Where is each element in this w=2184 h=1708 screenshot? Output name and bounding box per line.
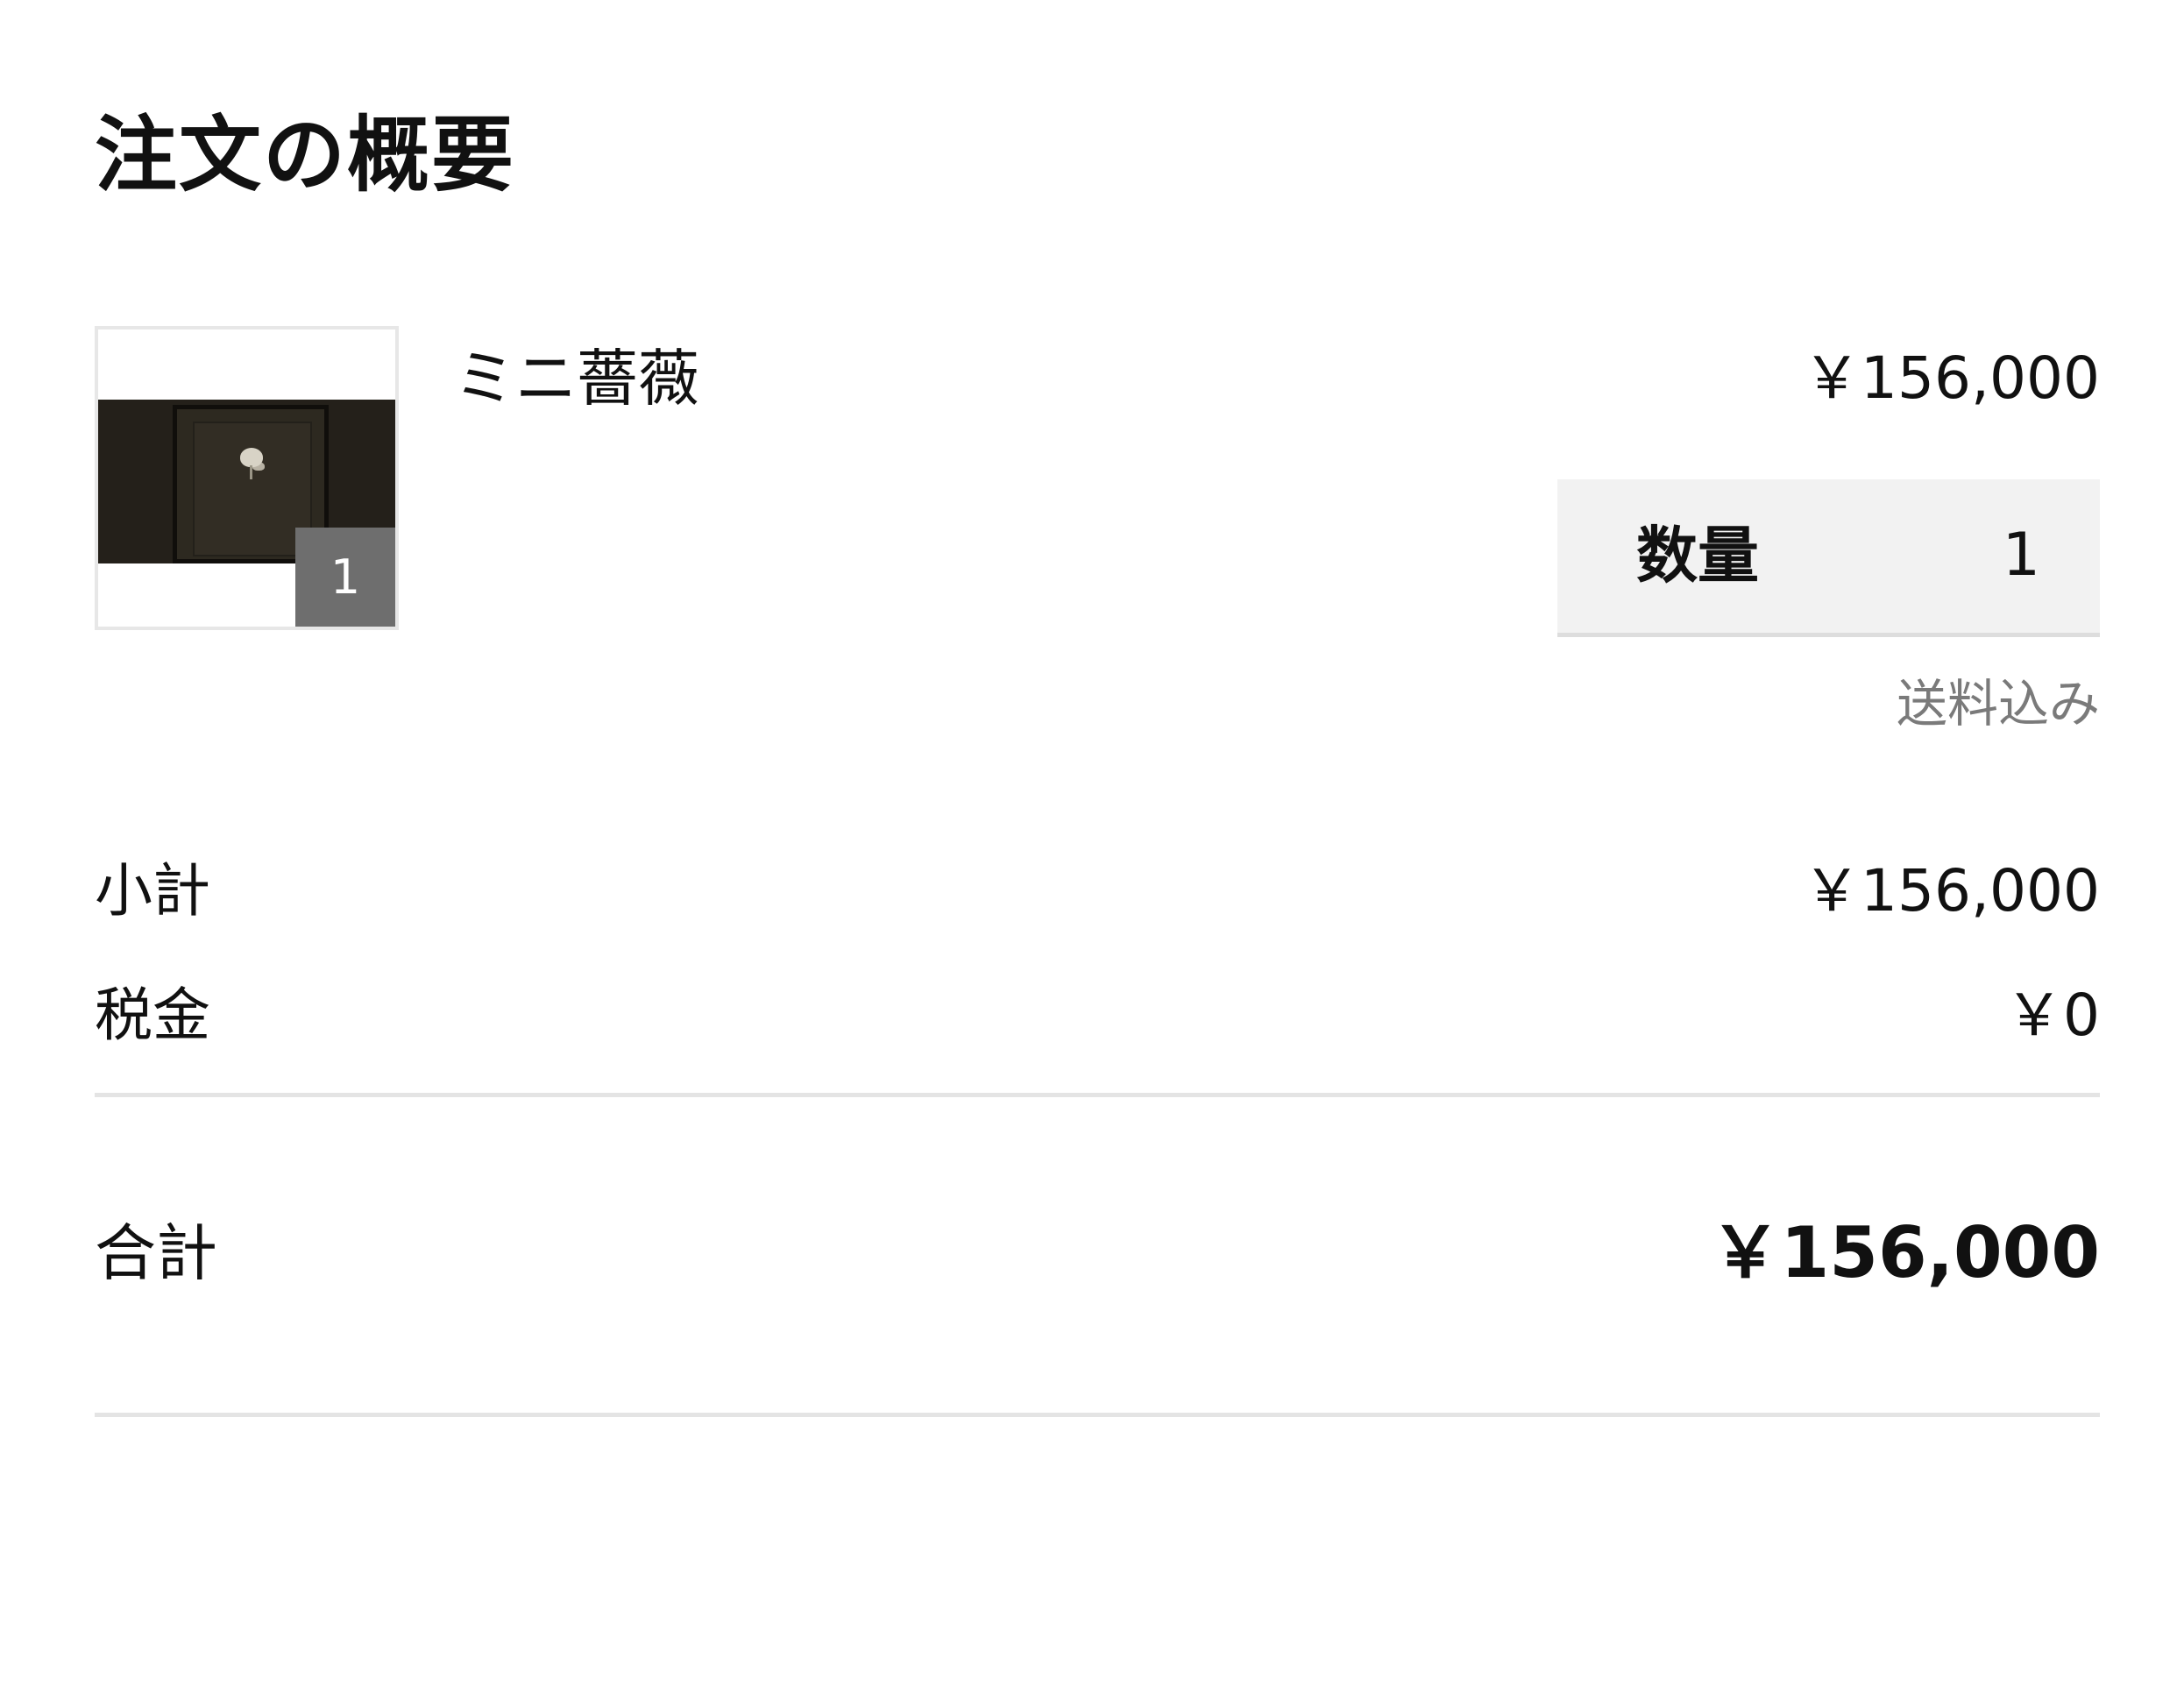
total-label: 合計 <box>95 1217 217 1289</box>
rose-icon <box>240 448 263 467</box>
bottom-divider <box>95 1413 2100 1417</box>
quantity-label: 数量 <box>1636 520 1759 592</box>
shipping-note: 送料込み <box>1896 674 2100 734</box>
door-panel <box>193 422 312 556</box>
product-image: 1 <box>95 326 399 630</box>
subtotal-value: ￥156,000 <box>1803 857 2100 925</box>
product-price: ￥156,000 <box>1803 344 2100 412</box>
quantity-badge: 1 <box>295 528 395 627</box>
total-value: ￥156,000 <box>1710 1212 2100 1293</box>
quantity-value: 1 <box>2002 521 2040 590</box>
summary-divider <box>95 1093 2100 1097</box>
tax-row: 税金 ￥0 <box>95 976 2100 1055</box>
quantity-field[interactable]: 数量 1 <box>1557 479 2100 637</box>
subtotal-label: 小計 <box>95 857 210 925</box>
order-summary-panel: 注文の概要 1 ミニ薔薇 ￥156,000 数量 1 送料込み 小計 ￥156,… <box>95 0 2100 1708</box>
subtotal-row: 小計 ￥156,000 <box>95 852 2100 931</box>
tax-label: 税金 <box>95 982 210 1049</box>
rose-stem <box>250 465 252 479</box>
tax-value: ￥0 <box>2005 982 2100 1049</box>
page-title: 注文の概要 <box>95 108 516 203</box>
product-name: ミニ薔薇 <box>454 343 699 415</box>
